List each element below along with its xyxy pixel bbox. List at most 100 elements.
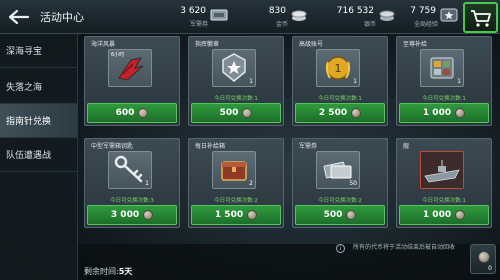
- compass-token-icon: [346, 210, 357, 220]
- item-name: 指挥徽章: [195, 41, 220, 48]
- sidebar-item-team-encounter[interactable]: 队伍遭遇战: [0, 138, 78, 172]
- compass-token-icon: [478, 251, 490, 263]
- item-slot[interactable]: 6小时: [108, 49, 152, 87]
- exchange-card: 海洋风暴 6小时 600: [84, 36, 180, 126]
- token-count: 0: [488, 265, 492, 272]
- item-quantity: 1: [353, 78, 357, 85]
- sidebar-item-deep-sea-treasure[interactable]: 深海寻宝: [0, 34, 78, 68]
- resource-label: 银币: [363, 21, 376, 28]
- compass-token-balance[interactable]: 0: [470, 244, 496, 274]
- resource-silver: 716 532 银币: [322, 3, 400, 31]
- ship-icon: [421, 152, 463, 188]
- item-slot[interactable]: 50: [316, 151, 360, 189]
- arrow-left-icon: [8, 9, 30, 25]
- item-name: 至尊补给: [403, 41, 428, 48]
- price: 1 000: [422, 108, 452, 118]
- item-name: 军需券: [299, 143, 318, 150]
- sidebar: 深海寻宝 失落之海 指南针兑换 队伍遭遇战: [0, 34, 78, 280]
- item-quantity: 1: [249, 78, 253, 85]
- item-quantity: 1: [145, 180, 149, 187]
- exchange-button[interactable]: 2 500: [295, 103, 385, 123]
- info-icon: i: [336, 244, 345, 253]
- resource-label: 全局经验: [413, 21, 438, 28]
- exchange-card: 军需券 50 今日可兑换次数:2 500: [292, 138, 388, 228]
- cart-icon: [470, 9, 491, 27]
- daily-limit: 今日可兑换次数:3: [110, 198, 154, 204]
- back-button[interactable]: [4, 4, 34, 30]
- resource-value: 7 759: [410, 6, 436, 16]
- exchange-grid: 海洋风暴 6小时 600 指挥徽章 1 今日可兑换次数:1 500 高级账号 1…: [84, 34, 496, 244]
- compass-token-icon: [351, 108, 362, 118]
- remaining-time-value: 5天: [118, 267, 133, 276]
- daily-limit: 今日可兑换次数:1: [318, 96, 362, 102]
- compass-token-icon: [138, 108, 149, 118]
- exchange-button[interactable]: 1 000: [399, 205, 489, 225]
- exchange-card: 中型军需箱钥匙 1 今日可兑换次数:3 3 000: [84, 138, 180, 228]
- compass-token-icon: [242, 108, 253, 118]
- daily-limit: 今日可兑换次数:1: [422, 96, 466, 102]
- star-icon: [440, 8, 458, 22]
- sidebar-item-lost-sea[interactable]: 失落之海: [0, 70, 78, 104]
- resource-value: 716 532: [336, 6, 374, 16]
- resource-value: 3 620: [180, 6, 206, 16]
- silver-icon: [379, 10, 395, 21]
- price: 1 000: [422, 210, 452, 220]
- compass-token-icon: [143, 210, 154, 220]
- exchange-card: 指挥徽章 1 今日可兑换次数:1 500: [188, 36, 284, 126]
- item-quantity: 2: [249, 180, 253, 187]
- svg-text:1: 1: [335, 62, 342, 75]
- duration-badge: 6小时: [111, 52, 125, 58]
- price: 500: [219, 108, 239, 118]
- item-slot[interactable]: 1: [420, 49, 464, 87]
- exchange-button[interactable]: 1 500: [191, 205, 281, 225]
- sidebar-item-label: 深海寻宝: [6, 47, 43, 57]
- exchange-card: 高级账号 1 1 今日可兑换次数:1 2 500: [292, 36, 388, 126]
- daily-limit: 今日可兑换次数:1: [422, 198, 466, 204]
- top-bar: 活动中心 3 620 军需券 830 金币 716 532 银币 7 759 全…: [0, 0, 500, 34]
- exchange-button[interactable]: 600: [87, 103, 177, 123]
- item-name: 海洋风暴: [91, 41, 116, 48]
- exchange-card: 每日补给箱 2 今日可兑换次数:2 1 500: [188, 138, 284, 228]
- item-quantity: 1: [457, 78, 461, 85]
- price: 1 500: [214, 210, 244, 220]
- item-name: 每日补给箱: [195, 143, 226, 150]
- item-name: 舰: [403, 143, 410, 150]
- daily-limit: 今日可兑换次数:2: [318, 198, 362, 204]
- exchange-card: 至尊补给 1 今日可兑换次数:1 1 000: [396, 36, 492, 126]
- exchange-button[interactable]: 3 000: [87, 205, 177, 225]
- price: 3 000: [110, 210, 140, 220]
- compass-token-icon: [247, 210, 258, 220]
- item-slot[interactable]: 1 1: [316, 49, 360, 87]
- price: 2 500: [318, 108, 348, 118]
- item-slot[interactable]: 2: [212, 151, 256, 189]
- exchange-button[interactable]: 1 000: [399, 103, 489, 123]
- shop-cart-button[interactable]: [463, 2, 498, 33]
- item-slot[interactable]: 1: [212, 49, 256, 87]
- price: 600: [115, 108, 135, 118]
- resource-exp: 7 759 全局经验: [402, 3, 462, 31]
- remaining-time: 剩余时间:5天: [84, 266, 132, 277]
- resource-gold: 830 金币: [250, 3, 312, 31]
- resource-label: 军需券: [189, 21, 208, 28]
- daily-limit: 今日可兑换次数:1: [214, 96, 258, 102]
- resource-label: 金币: [275, 21, 288, 28]
- sidebar-item-label: 指南针兑换: [6, 117, 52, 127]
- ticket-icon: [210, 9, 228, 21]
- item-slot[interactable]: 1: [108, 151, 152, 189]
- resource-ticket: 3 620 军需券: [160, 3, 232, 31]
- sidebar-item-compass-exchange[interactable]: 指南针兑换: [0, 104, 78, 138]
- resource-value: 830: [268, 6, 286, 16]
- daily-limit: 今日可兑换次数:2: [214, 198, 258, 204]
- exchange-button[interactable]: 500: [191, 103, 281, 123]
- gold-icon: [291, 10, 307, 21]
- item-slot[interactable]: [420, 151, 464, 189]
- compass-token-icon: [455, 210, 466, 220]
- page-title: 活动中心: [40, 11, 84, 24]
- sidebar-item-label: 队伍遭遇战: [6, 151, 52, 161]
- sidebar-item-label: 失落之海: [6, 83, 43, 93]
- exchange-button[interactable]: 500: [295, 205, 385, 225]
- exchange-card: 舰 今日可兑换次数:1 1 000: [396, 138, 492, 228]
- app-window: 活动中心 3 620 军需券 830 金币 716 532 银币 7 759 全…: [0, 0, 500, 280]
- item-quantity: 50: [349, 180, 357, 187]
- item-name: 中型军需箱钥匙: [91, 143, 134, 150]
